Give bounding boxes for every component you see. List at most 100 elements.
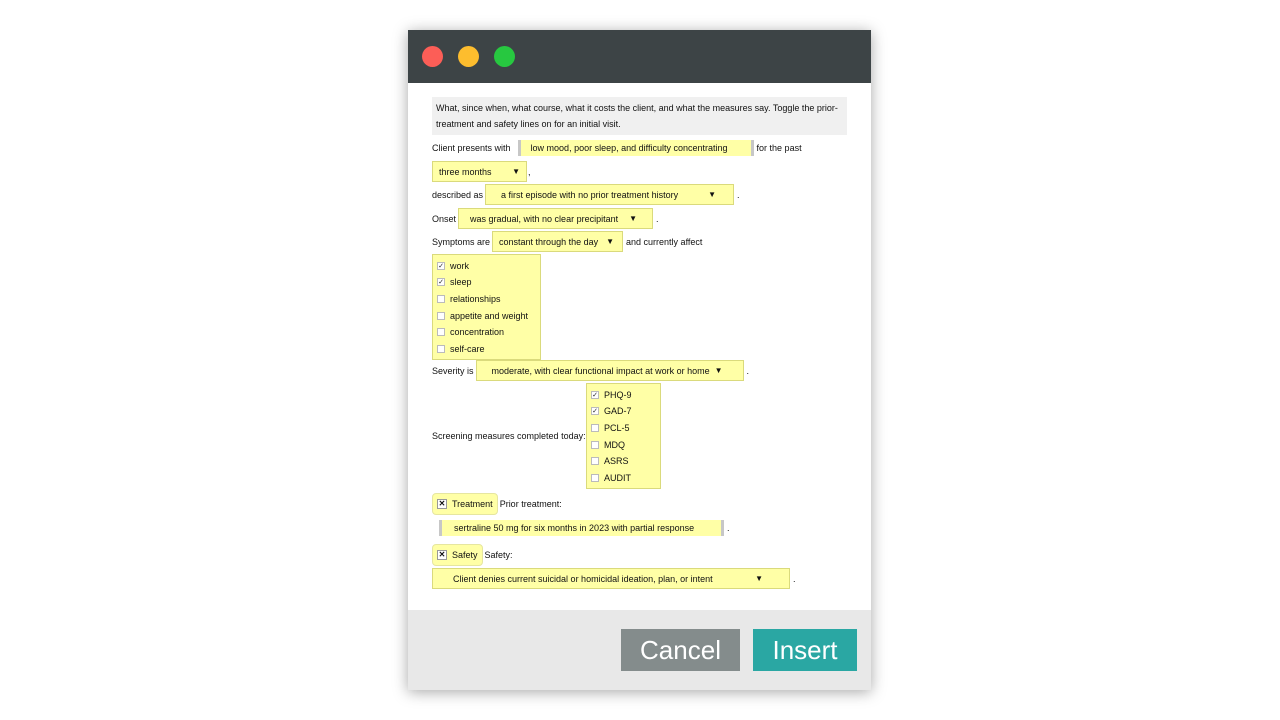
measure-item-audit[interactable]: AUDIT [591,472,631,484]
checkbox[interactable] [437,295,445,303]
symptoms-suffix: and currently affect [626,236,703,247]
treatment-suffix: . [727,523,730,533]
safety-dropdown[interactable]: Client denies current suicidal or homici… [432,568,790,589]
complaint-field[interactable]: low mood, poor sleep, and difficulty con… [517,140,754,156]
chevron-down-icon: ▼ [714,366,723,375]
affect-item-self-care[interactable]: self-care [437,343,485,355]
measure-item-asrs[interactable]: ASRS [591,455,629,467]
presentation-row: Client presents with low mood, poor slee… [432,140,802,156]
affect-item-concentration[interactable]: concentration [437,326,504,338]
help-text: What, since when, what course, what it c… [432,97,847,135]
safety-suffix: . [793,573,796,584]
description-prefix: described as [432,189,484,200]
chevron-down-icon: ▼ [606,237,615,246]
onset-dropdown[interactable]: was gradual, with no clear precipitant ▼ [458,208,654,229]
symptoms-row: Symptoms are constant through the day ▼ … [432,231,702,252]
safety-toggle[interactable]: ✕ Safety [432,544,483,566]
presentation-suffix: for the past [756,143,802,153]
measure-label: GAD-7 [604,406,632,416]
screening-measures-list: ✓ PHQ-9 ✓ GAD-7 PCL-5 MDQ ASRS AUDIT [586,383,661,489]
description-value: a first episode with no prior treatment … [501,189,679,200]
checkbox[interactable] [437,312,445,320]
measure-label: AUDIT [604,473,631,483]
screening-row: Screening measures completed today: [432,430,586,442]
checkbox[interactable]: ✓ [437,262,445,270]
description-dropdown[interactable]: a first episode with no prior treatment … [485,184,735,205]
checkbox[interactable]: ✓ [437,278,445,286]
symptoms-value: constant through the day [499,236,599,247]
close-icon: ✕ [437,550,447,560]
duration-dropdown[interactable]: three months ▼ [432,161,527,182]
affect-label: sleep [450,277,472,287]
severity-suffix: . [746,365,750,376]
affect-item-work[interactable]: ✓ work [437,260,469,272]
affect-label: work [450,261,470,271]
onset-value: was gradual, with no clear precipitant [470,213,619,224]
safety-value: Client denies current suicidal or homici… [453,573,713,584]
severity-dropdown[interactable]: moderate, with clear functional impact a… [475,360,744,381]
screening-prefix: Screening measures completed today: [432,431,586,441]
duration-value: three months [439,166,492,177]
close-window-button[interactable] [422,46,443,67]
checkbox[interactable] [437,328,445,336]
treatment-field-row: sertraline 50 mg for six months in 2023 … [439,520,730,536]
treatment-field[interactable]: sertraline 50 mg for six months in 2023 … [439,520,724,536]
chevron-down-icon: ▼ [512,167,520,176]
maximize-window-button[interactable] [494,46,515,67]
treatment-row: ✕ Treatment Prior treatment: [432,493,562,515]
affect-label: appetite and weight [450,311,529,321]
safety-heading: Safety: [484,550,513,560]
checkbox[interactable]: ✓ [591,407,599,415]
treatment-toggle[interactable]: ✕ Treatment [432,493,498,515]
checkbox[interactable] [437,345,445,353]
affect-label: self-care [450,344,485,354]
symptoms-dropdown[interactable]: constant through the day ▼ [492,231,624,252]
checkbox[interactable]: ✓ [591,391,599,399]
severity-value: moderate, with clear functional impact a… [491,365,710,376]
onset-row: Onset was gradual, with no clear precipi… [432,208,659,229]
chevron-down-icon: ▼ [708,190,717,199]
measure-item-phq9[interactable]: ✓ PHQ-9 [591,389,632,401]
measure-label: MDQ [604,440,625,450]
affect-item-appetite[interactable]: appetite and weight [437,310,528,322]
treatment-heading: Prior treatment: [499,499,562,509]
form-content: What, since when, what course, what it c… [432,97,847,589]
measure-item-mdq[interactable]: MDQ [591,439,625,451]
measure-item-gad7[interactable]: ✓ GAD-7 [591,405,632,417]
checkbox[interactable] [591,457,599,465]
measure-item-pcl5[interactable]: PCL-5 [591,422,630,434]
checkbox[interactable] [591,474,599,482]
safety-row: ✕ Safety Safety: [432,544,513,566]
duration-row: three months ▼ , [432,161,531,182]
title-bar [408,30,871,83]
safety-field-row: Client denies current suicidal or homici… [432,568,796,589]
insert-button[interactable]: Insert [753,629,857,671]
measure-label: PCL-5 [604,423,630,433]
minimize-window-button[interactable] [458,46,479,67]
chevron-down-icon: ▼ [755,574,763,583]
symptoms-prefix: Symptoms are [432,236,491,247]
checkbox[interactable] [591,424,599,432]
affect-item-sleep[interactable]: ✓ sleep [437,276,472,288]
dialog-window: What, since when, what course, what it c… [408,30,871,690]
treatment-value: sertraline 50 mg for six months in 2023 … [454,523,695,533]
checkbox[interactable] [591,441,599,449]
complaint-value: low mood, poor sleep, and difficulty con… [530,143,728,153]
affect-label: concentration [450,327,505,337]
duration-suffix: , [528,166,531,177]
measure-label: PHQ-9 [604,390,632,400]
cancel-button[interactable]: Cancel [621,629,740,671]
affect-item-relationships[interactable]: relationships [437,293,501,305]
severity-prefix: Severity is [432,365,474,376]
chevron-down-icon: ▼ [629,214,638,223]
dialog-footer: Cancel Insert [408,610,871,690]
description-row: described as a first episode with no pri… [432,184,740,205]
treatment-toggle-label: Treatment [452,499,493,509]
description-suffix: . [737,189,740,200]
presentation-prefix: Client presents with [432,143,511,153]
affect-label: relationships [450,294,501,304]
close-icon: ✕ [437,499,447,509]
measure-label: ASRS [604,456,629,466]
safety-toggle-label: Safety [452,550,478,560]
affected-areas-list: ✓ work ✓ sleep relationships appetite an… [432,254,541,360]
